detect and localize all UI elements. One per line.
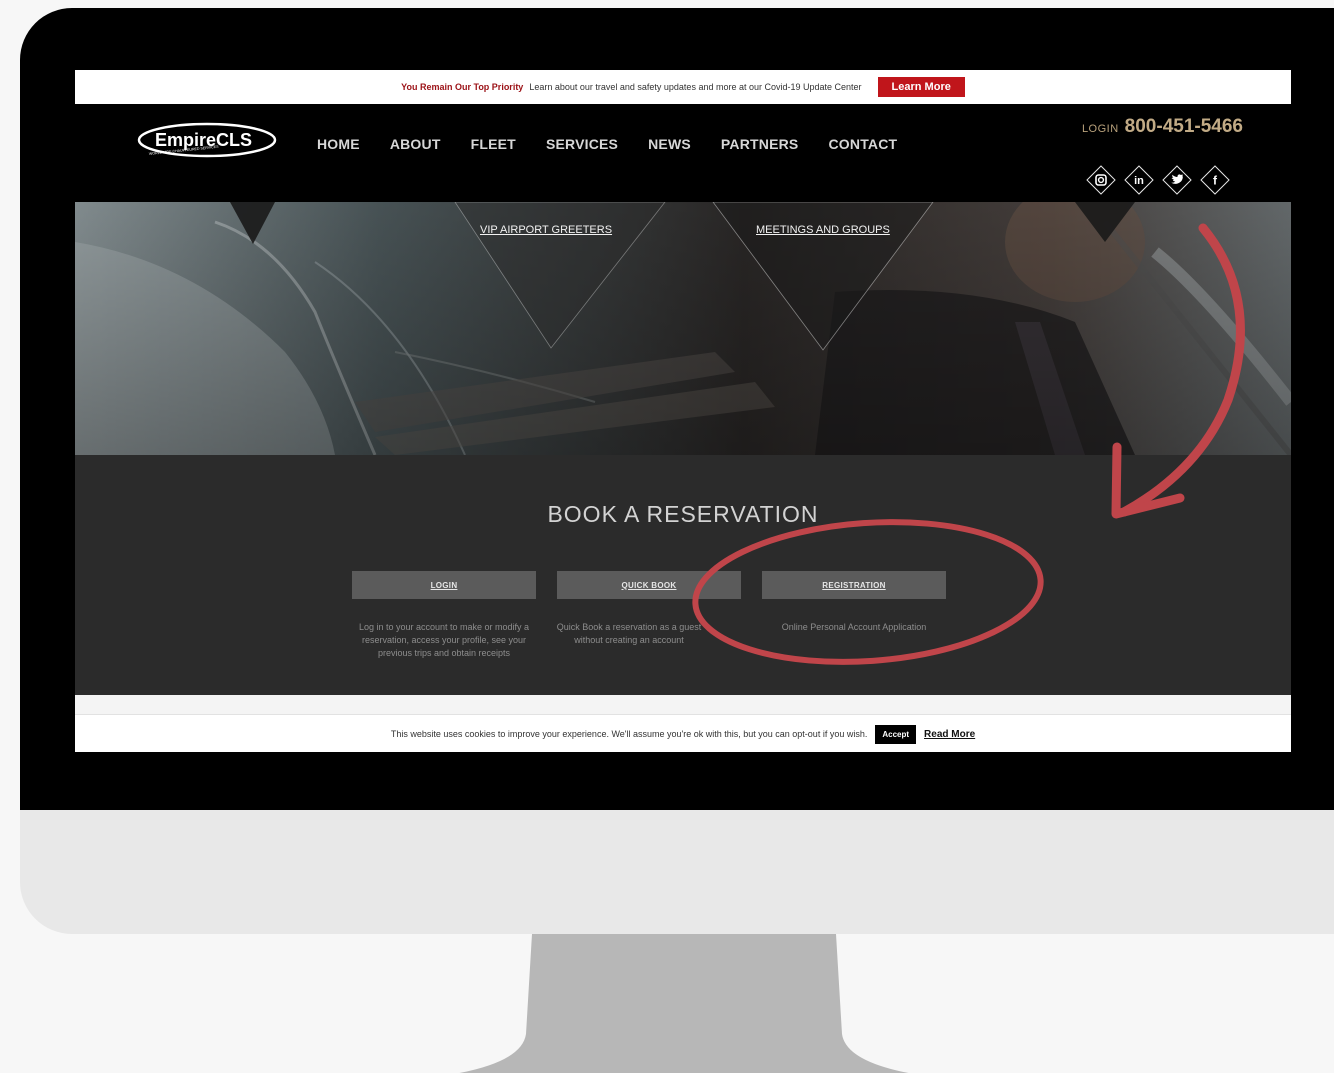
- book-reservation-title: BOOK A RESERVATION: [547, 501, 819, 527]
- site-header: EmpireCLS WORLDWIDE CHAUFFEURED SERVICES…: [75, 104, 1291, 202]
- device-mockup: You Remain Our Top Priority Learn about …: [0, 0, 1334, 1073]
- social-links: in f: [1085, 164, 1231, 196]
- covid-priority-text: You Remain Our Top Priority: [401, 82, 524, 92]
- cookie-read-more-link[interactable]: Read More: [924, 729, 975, 740]
- phone-number[interactable]: 800-451-5466: [1125, 116, 1243, 138]
- nav-fleet[interactable]: FLEET: [471, 136, 516, 152]
- vip-airport-greeters-link[interactable]: VIP AIRPORT GREETERS: [480, 224, 612, 236]
- section-divider: [75, 695, 1291, 715]
- login-phone-group: LOGIN 800-451-5466: [1082, 116, 1243, 138]
- svg-text:in: in: [1134, 175, 1144, 187]
- facebook-icon[interactable]: f: [1199, 164, 1231, 196]
- nav-news[interactable]: NEWS: [648, 136, 691, 152]
- twitter-icon[interactable]: [1161, 164, 1193, 196]
- registration-description: Online Personal Account Application: [781, 622, 927, 632]
- covid-message: Learn about our travel and safety update…: [529, 82, 862, 92]
- cookie-consent-bar: This website uses cookies to improve you…: [75, 716, 1291, 752]
- learn-more-button[interactable]: Learn More: [877, 77, 965, 97]
- quick-book-button[interactable]: QUICK BOOK: [557, 571, 741, 599]
- nav-about[interactable]: ABOUT: [390, 136, 441, 152]
- monitor-stand: [459, 934, 909, 1073]
- login-description: Log in to your account to make or modify…: [358, 622, 530, 658]
- empirecls-logo[interactable]: EmpireCLS WORLDWIDE CHAUFFEURED SERVICES: [137, 122, 279, 162]
- website-screen: You Remain Our Top Priority Learn about …: [75, 70, 1291, 752]
- hero-background-image: [75, 202, 1291, 455]
- covid-notice-bar: You Remain Our Top Priority Learn about …: [75, 70, 1291, 104]
- hero-banner: VIP AIRPORT GREETERS MEETINGS AND GROUPS: [75, 202, 1291, 455]
- cookie-message: This website uses cookies to improve you…: [390, 729, 868, 739]
- cookie-accept-button[interactable]: Accept: [875, 724, 917, 744]
- nav-contact[interactable]: CONTACT: [828, 136, 897, 152]
- header-login-link[interactable]: LOGIN: [1082, 123, 1119, 135]
- quick-book-description: Quick Book a reservation as a guest with…: [556, 622, 702, 645]
- nav-home[interactable]: HOME: [317, 136, 360, 152]
- linkedin-icon[interactable]: in: [1123, 164, 1155, 196]
- registration-button[interactable]: REGISTRATION: [762, 571, 946, 599]
- main-nav: HOME ABOUT FLEET SERVICES NEWS PARTNERS …: [317, 136, 897, 152]
- monitor: You Remain Our Top Priority Learn about …: [20, 8, 1334, 934]
- meetings-and-groups-link[interactable]: MEETINGS AND GROUPS: [756, 224, 890, 236]
- book-reservation-section: BOOK A RESERVATION LOGIN QUICK BOOK REGI…: [75, 455, 1291, 695]
- nav-services[interactable]: SERVICES: [546, 136, 618, 152]
- login-button[interactable]: LOGIN: [352, 571, 536, 599]
- svg-text:f: f: [1213, 174, 1218, 188]
- instagram-icon[interactable]: [1085, 164, 1117, 196]
- nav-partners[interactable]: PARTNERS: [721, 136, 799, 152]
